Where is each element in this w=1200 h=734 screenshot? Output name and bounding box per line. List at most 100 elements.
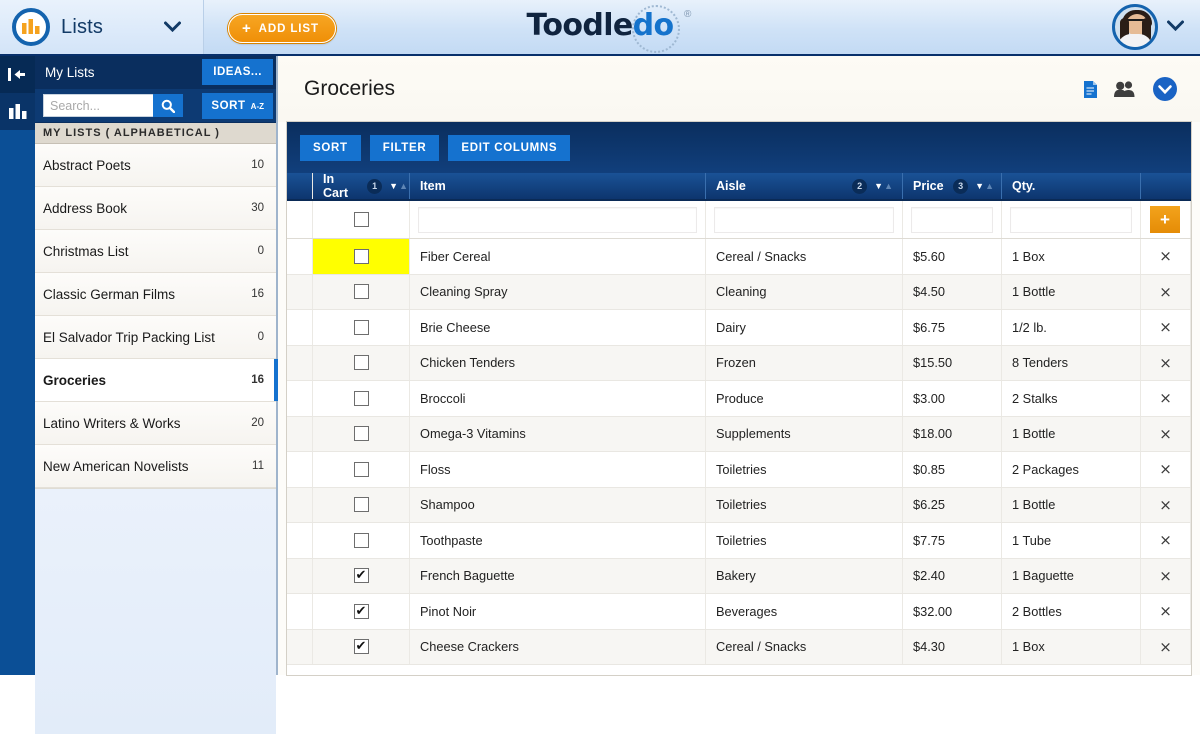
- row-delete-cell[interactable]: ×: [1141, 310, 1191, 345]
- column-header-item[interactable]: Item: [410, 173, 706, 199]
- new-aisle-input[interactable]: [714, 206, 894, 233]
- row-in-cart-cell[interactable]: [313, 416, 410, 451]
- sidebar-item-address-book[interactable]: Address Book 30: [35, 187, 276, 230]
- delete-row-icon[interactable]: ×: [1159, 354, 1172, 372]
- row-in-cart-cell[interactable]: [313, 274, 410, 309]
- row-checkbox[interactable]: [353, 390, 369, 406]
- table-row[interactable]: ✔ Pinot Noir Beverages $32.00 2 Bottles …: [287, 594, 1191, 630]
- row-in-cart-cell[interactable]: [313, 523, 410, 558]
- row-aisle: Cereal / Snacks: [706, 629, 903, 664]
- delete-row-icon[interactable]: ×: [1159, 496, 1172, 514]
- new-item-input[interactable]: [418, 206, 697, 233]
- row-delete-cell[interactable]: ×: [1141, 381, 1191, 416]
- user-menu[interactable]: [1112, 4, 1184, 50]
- sort-arrows-icon[interactable]: ▼▲: [874, 181, 894, 191]
- new-qty-input[interactable]: [1010, 206, 1132, 233]
- table-row[interactable]: ✔ Cheese Crackers Cereal / Snacks $4.30 …: [287, 629, 1191, 665]
- delete-row-icon[interactable]: ×: [1159, 283, 1172, 301]
- table-row[interactable]: Cleaning Spray Cleaning $4.50 1 Bottle ×: [287, 274, 1191, 310]
- row-checkbox[interactable]: [353, 532, 369, 548]
- row-checkbox[interactable]: [353, 497, 369, 513]
- table-row[interactable]: Chicken Tenders Frozen $15.50 8 Tenders …: [287, 345, 1191, 381]
- row-delete-cell[interactable]: ×: [1141, 239, 1191, 274]
- gutter-cell: [287, 201, 313, 238]
- row-delete-cell[interactable]: ×: [1141, 629, 1191, 664]
- row-checkbox[interactable]: [353, 461, 369, 477]
- column-header-price[interactable]: Price 3 ▼▲: [903, 173, 1002, 199]
- row-in-cart-cell[interactable]: ✔: [313, 629, 410, 664]
- column-header-aisle[interactable]: Aisle 2 ▼▲: [706, 173, 903, 199]
- chevron-down-icon[interactable]: [1167, 18, 1184, 36]
- row-delete-cell[interactable]: ×: [1141, 274, 1191, 309]
- notes-icon[interactable]: [1083, 80, 1098, 99]
- new-row-checkbox[interactable]: [353, 212, 369, 227]
- row-checkbox[interactable]: [353, 426, 369, 442]
- row-checkbox[interactable]: ✔: [353, 639, 369, 655]
- add-item-button[interactable]: +: [1150, 206, 1180, 233]
- sidebar-item-groceries[interactable]: Groceries 16: [35, 359, 278, 402]
- row-checkbox[interactable]: [353, 319, 369, 335]
- bar-chart-icon[interactable]: [0, 93, 35, 130]
- row-checkbox[interactable]: [353, 355, 369, 371]
- sidebar-item-classic-german-films[interactable]: Classic German Films 16: [35, 273, 276, 316]
- row-checkbox[interactable]: [353, 284, 369, 300]
- row-delete-cell[interactable]: ×: [1141, 416, 1191, 451]
- column-header-in-cart[interactable]: In Cart 1 ▼▲: [313, 172, 410, 200]
- sidebar-sort-direction: A-Z: [250, 101, 264, 111]
- delete-row-icon[interactable]: ×: [1159, 638, 1172, 656]
- search-input[interactable]: [43, 94, 153, 117]
- row-in-cart-cell[interactable]: [313, 487, 410, 522]
- sort-arrows-icon[interactable]: ▼▲: [389, 181, 409, 191]
- search-icon[interactable]: [153, 94, 183, 117]
- row-in-cart-cell[interactable]: [313, 381, 410, 416]
- row-in-cart-cell[interactable]: [313, 310, 410, 345]
- table-row[interactable]: Omega-3 Vitamins Supplements $18.00 1 Bo…: [287, 416, 1191, 452]
- sidebar-sort-button[interactable]: SORT A-Z: [202, 93, 273, 119]
- row-delete-cell[interactable]: ×: [1141, 594, 1191, 629]
- delete-row-icon[interactable]: ×: [1159, 460, 1172, 478]
- delete-row-icon[interactable]: ×: [1159, 247, 1172, 265]
- sidebar-item-christmas-list[interactable]: Christmas List 0: [35, 230, 276, 273]
- delete-row-icon[interactable]: ×: [1159, 318, 1172, 336]
- sort-arrows-icon[interactable]: ▼▲: [975, 181, 995, 191]
- column-header-qty[interactable]: Qty.: [1002, 173, 1141, 199]
- table-row[interactable]: ✔ French Baguette Bakery $2.40 1 Baguett…: [287, 558, 1191, 594]
- row-delete-cell[interactable]: ×: [1141, 487, 1191, 522]
- edit-columns-button[interactable]: EDIT COLUMNS: [448, 134, 571, 161]
- row-delete-cell[interactable]: ×: [1141, 523, 1191, 558]
- expand-options-icon[interactable]: [1152, 76, 1178, 102]
- row-checkbox[interactable]: ✔: [353, 568, 369, 584]
- filter-button[interactable]: FILTER: [369, 134, 440, 161]
- row-checkbox[interactable]: ✔: [353, 603, 369, 619]
- row-in-cart-cell[interactable]: [313, 345, 410, 380]
- row-delete-cell[interactable]: ×: [1141, 452, 1191, 487]
- table-row[interactable]: Toothpaste Toiletries $7.75 1 Tube ×: [287, 523, 1191, 559]
- delete-row-icon[interactable]: ×: [1159, 567, 1172, 585]
- table-row[interactable]: Shampoo Toiletries $6.25 1 Bottle ×: [287, 487, 1191, 523]
- delete-row-icon[interactable]: ×: [1159, 602, 1172, 620]
- row-delete-cell[interactable]: ×: [1141, 558, 1191, 593]
- sidebar-item-abstract-poets[interactable]: Abstract Poets 10: [35, 144, 276, 187]
- sidebar-item-el-salvador-trip-packing-list[interactable]: El Salvador Trip Packing List 0: [35, 316, 276, 359]
- delete-row-icon[interactable]: ×: [1159, 531, 1172, 549]
- sidebar-item-latino-writers-and-works[interactable]: Latino Writers & Works 20: [35, 402, 276, 445]
- sidebar-item-new-american-novelists[interactable]: New American Novelists 11: [35, 445, 276, 488]
- row-delete-cell[interactable]: ×: [1141, 345, 1191, 380]
- delete-row-icon[interactable]: ×: [1159, 389, 1172, 407]
- table-row[interactable]: Brie Cheese Dairy $6.75 1/2 lb. ×: [287, 310, 1191, 346]
- collapse-sidebar-icon[interactable]: [0, 56, 35, 93]
- ideas-button[interactable]: IDEAS...: [202, 59, 273, 85]
- share-people-icon[interactable]: [1114, 80, 1136, 98]
- sort-button[interactable]: SORT: [300, 134, 361, 161]
- table-row[interactable]: Broccoli Produce $3.00 2 Stalks ×: [287, 381, 1191, 417]
- row-in-cart-cell[interactable]: ✔: [313, 558, 410, 593]
- row-in-cart-cell[interactable]: [313, 452, 410, 487]
- row-checkbox[interactable]: [353, 248, 369, 264]
- delete-row-icon[interactable]: ×: [1159, 425, 1172, 443]
- table-row[interactable]: Floss Toiletries $0.85 2 Packages ×: [287, 452, 1191, 488]
- avatar[interactable]: [1112, 4, 1158, 50]
- row-in-cart-cell[interactable]: ✔: [313, 594, 410, 629]
- row-in-cart-cell[interactable]: [313, 239, 410, 274]
- table-row[interactable]: Fiber Cereal Cereal / Snacks $5.60 1 Box…: [287, 239, 1191, 275]
- new-price-input[interactable]: [911, 206, 993, 233]
